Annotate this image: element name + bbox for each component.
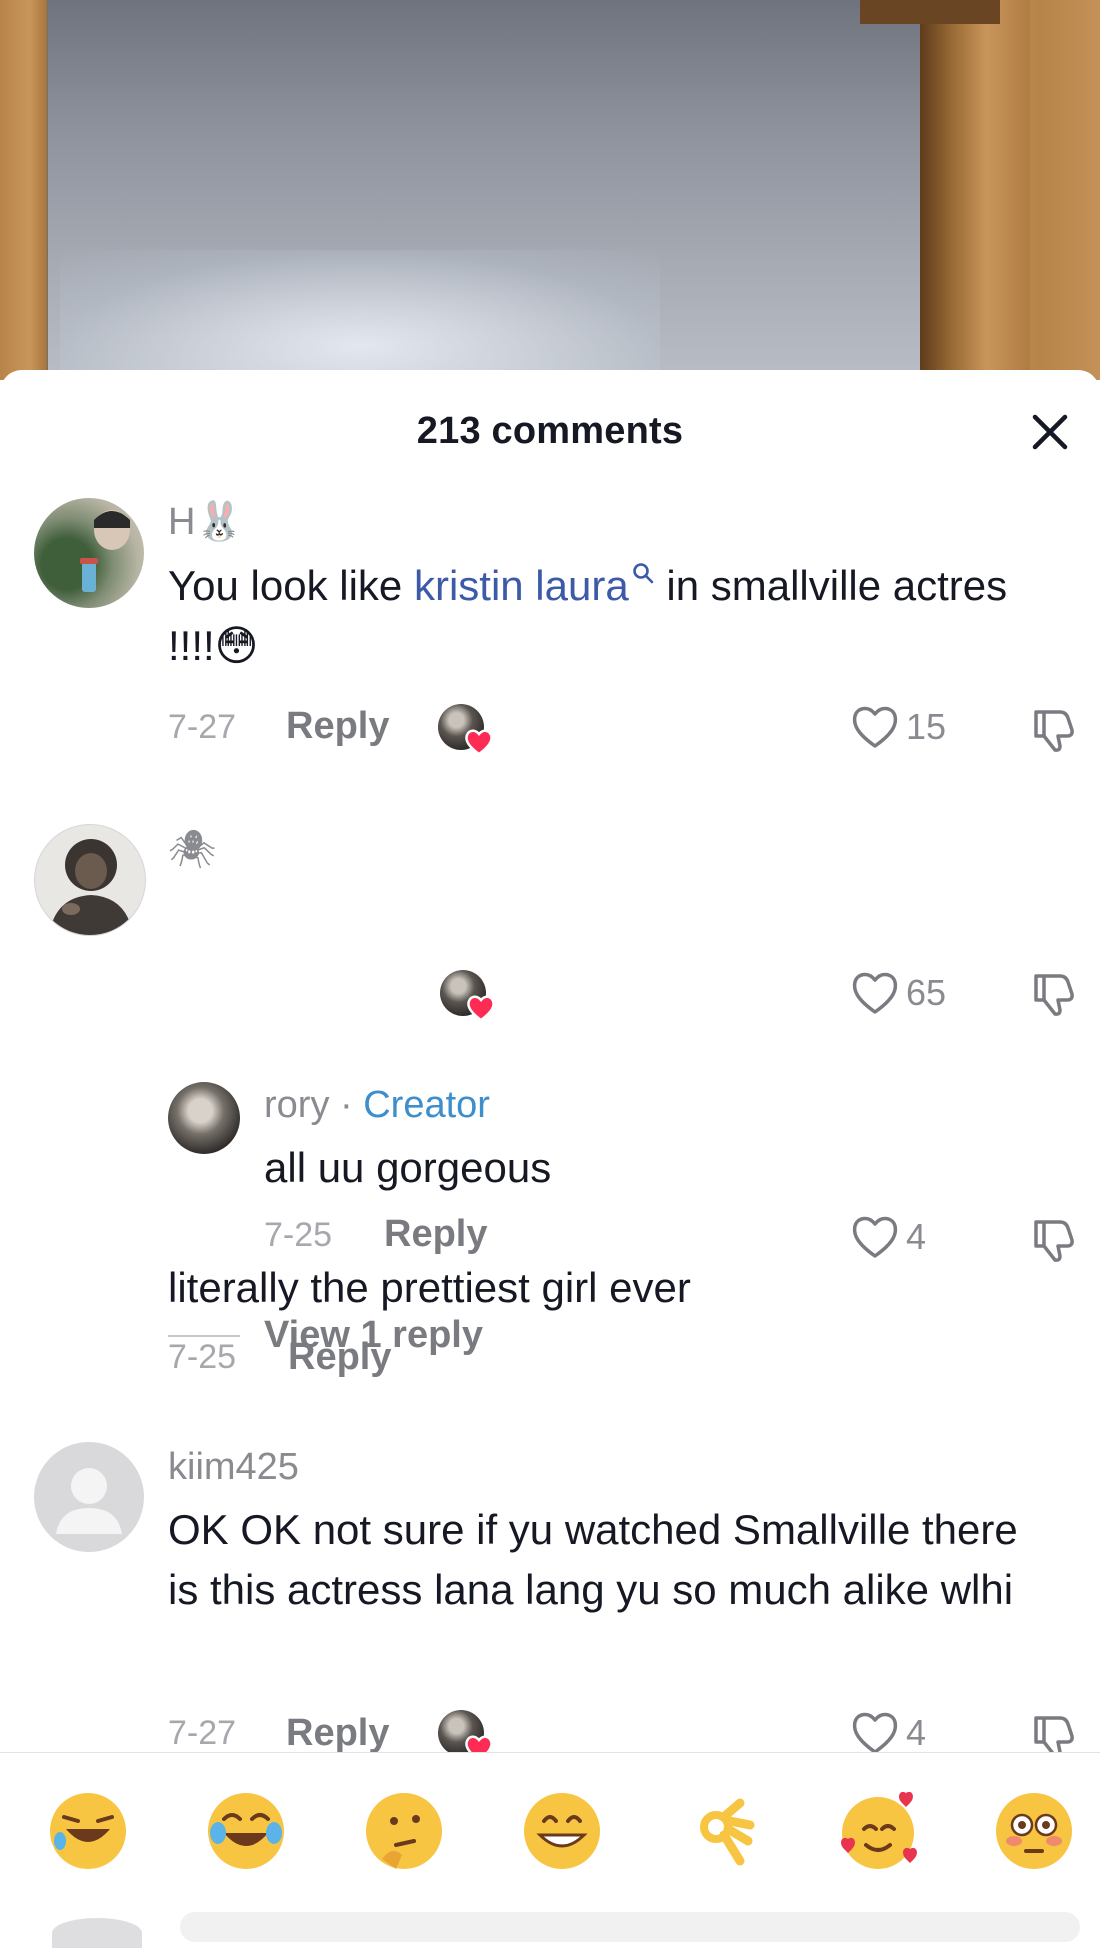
joy-emoji[interactable] <box>204 1789 288 1873</box>
flushed-emoji[interactable] <box>992 1789 1076 1873</box>
search-icon <box>632 563 654 584</box>
mention-link[interactable]: kristin laura <box>414 562 655 609</box>
smiling-hearts-emoji[interactable] <box>836 1789 920 1873</box>
comment-text: OK OK not sure if yu watched Smallville … <box>168 1506 1018 1613</box>
comment-date: 7-27 <box>168 708 237 746</box>
reply-button[interactable]: Reply <box>384 1213 487 1256</box>
reply-button[interactable]: Reply <box>286 705 389 748</box>
emoji-quick-bar <box>0 1752 1100 1929</box>
current-user-avatar[interactable] <box>52 1918 142 1948</box>
comments-header: 213 comments <box>0 370 1100 494</box>
mention-text: kristin laura <box>413 562 629 609</box>
like-count: 4 <box>906 1216 927 1257</box>
comment-username[interactable]: kiim425 <box>168 1446 299 1489</box>
heart-badge-icon <box>467 995 495 1022</box>
like-count: 4 <box>906 1712 927 1753</box>
reply-username: rory · Creator <box>264 1084 490 1127</box>
comment-username[interactable]: 🕷 <box>168 828 216 872</box>
avatar-image <box>49 839 133 935</box>
avatar[interactable] <box>34 498 144 608</box>
close-button[interactable] <box>1026 408 1074 456</box>
comment-username[interactable]: H🐰 <box>168 500 243 544</box>
ok-hand-emoji[interactable] <box>678 1789 762 1873</box>
creator-liked-avatar <box>438 1710 493 1762</box>
avatar[interactable] <box>168 1082 240 1154</box>
video-light <box>60 250 660 380</box>
comment-text: literally the prettiest girl ever <box>168 1264 691 1311</box>
heart-badge-icon <box>465 729 493 756</box>
reply-text: all uu gorgeous <box>264 1144 552 1191</box>
divider-line <box>168 1334 240 1337</box>
video-background[interactable] <box>0 0 1100 380</box>
view-replies-text: View 1 reply <box>264 1314 483 1356</box>
comment-text: You look like kristin laura in smallvill… <box>168 556 1028 676</box>
thumbs-down-icon[interactable] <box>1030 1216 1078 1264</box>
door-frame <box>920 0 1030 380</box>
reply-button[interactable]: Reply <box>286 1712 389 1755</box>
avatar-image <box>80 510 130 592</box>
view-replies-button[interactable]: View 1 reply <box>168 1314 483 1357</box>
like-count: 15 <box>906 706 947 747</box>
like-button[interactable]: 4 <box>850 1214 926 1260</box>
comment-date: 7-27 <box>168 1714 237 1752</box>
thinking-emoji[interactable] <box>362 1789 446 1873</box>
avatar[interactable] <box>34 1442 144 1552</box>
creator-liked-avatar <box>438 704 493 756</box>
separator: · <box>340 1084 353 1126</box>
heart-outline-icon <box>852 972 898 1014</box>
like-count: 65 <box>906 972 947 1013</box>
comment-input[interactable] <box>180 1912 1080 1942</box>
thumbs-down-icon[interactable] <box>1030 706 1078 754</box>
heart-outline-icon <box>852 1216 898 1258</box>
heart-outline-icon <box>852 706 898 748</box>
comments-sheet: 213 comments H🐰 You look like kristin la… <box>0 370 1100 1928</box>
creator-badge: Creator <box>363 1084 490 1126</box>
reply-date: 7-25 <box>264 1216 333 1254</box>
comments-count-title: 213 comments <box>416 410 684 452</box>
like-button[interactable]: 15 <box>850 704 946 750</box>
creator-liked-avatar <box>440 970 495 1022</box>
default-avatar-icon <box>56 1468 122 1534</box>
reply-username-text[interactable]: rory <box>264 1084 329 1126</box>
thumbs-down-icon[interactable] <box>1030 970 1078 1018</box>
like-button[interactable]: 4 <box>850 1710 926 1756</box>
rofl-emoji[interactable] <box>46 1789 130 1873</box>
grin-emoji[interactable] <box>520 1789 604 1873</box>
comment-text-part: You look like <box>168 562 414 609</box>
heart-outline-icon <box>852 1712 898 1754</box>
avatar[interactable] <box>34 824 146 936</box>
like-button[interactable]: 65 <box>850 970 946 1016</box>
door-frame-top <box>860 0 1000 24</box>
close-icon <box>1032 414 1068 450</box>
